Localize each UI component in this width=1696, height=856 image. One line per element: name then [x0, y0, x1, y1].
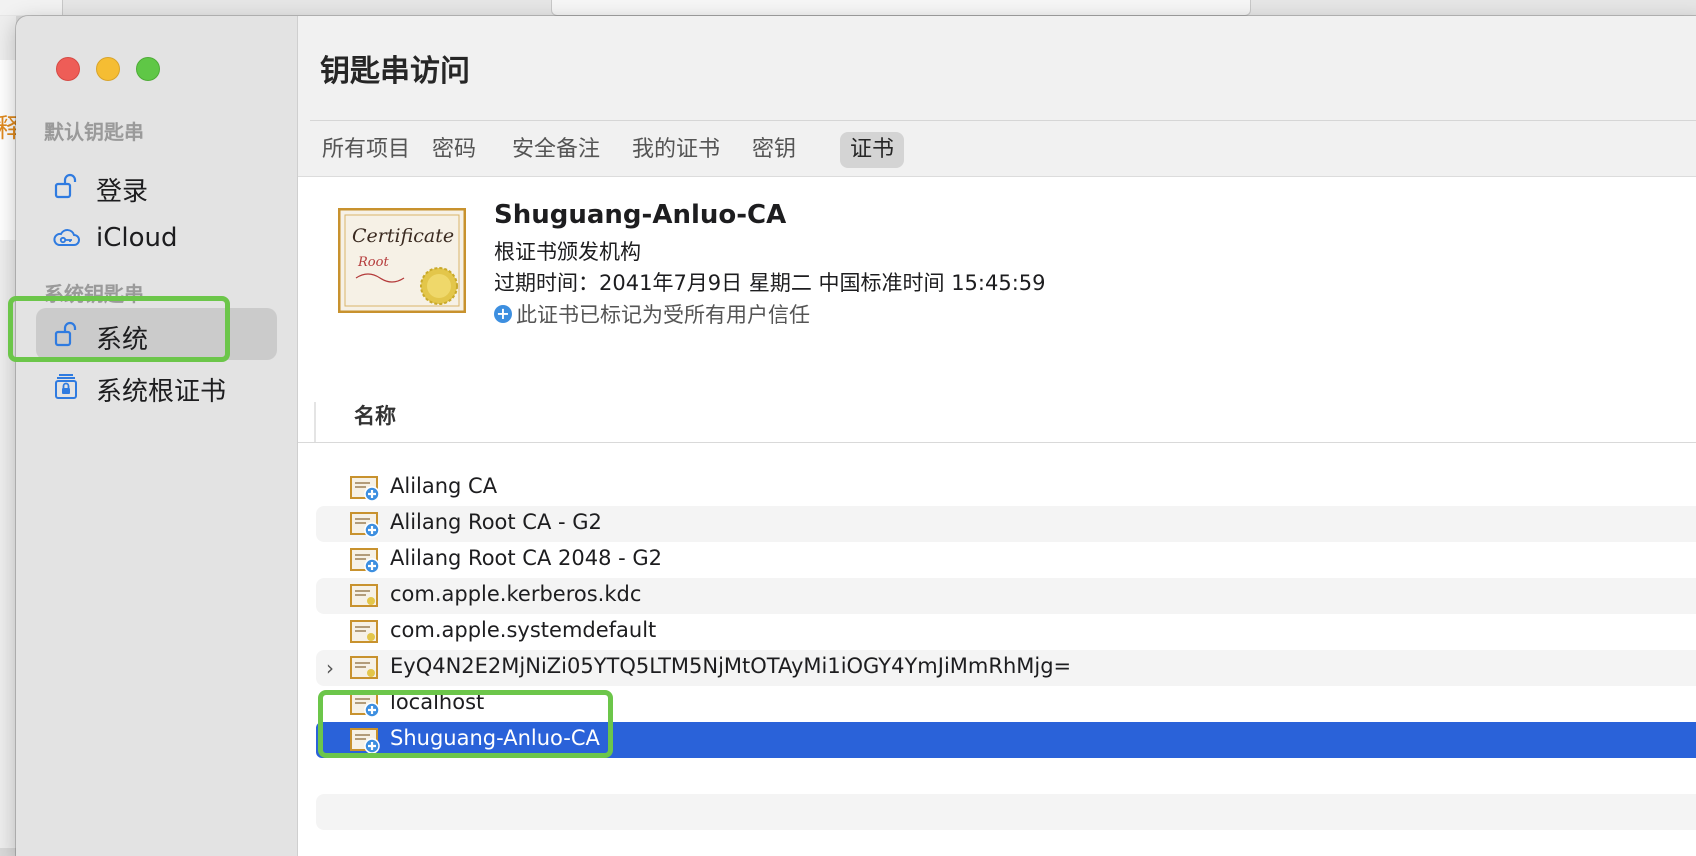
tab-passwords[interactable]: 密码	[422, 132, 486, 168]
row-label: com.apple.systemdefault	[390, 618, 657, 642]
divider	[310, 120, 1696, 121]
row-label: EyQ4N2E2MjNiZi05YTQ5LTM5NjMtOTAyMi1iOGY4…	[390, 654, 1072, 678]
minimize-button[interactable]	[96, 57, 120, 81]
table-row[interactable]: com.apple.systemdefault	[316, 614, 1696, 650]
row-label: Alilang CA	[390, 474, 498, 498]
certificate-name: Shuguang-Anluo-CA	[494, 200, 787, 230]
sidebar-item-system-roots[interactable]: 系统根证书	[36, 360, 277, 412]
close-button[interactable]	[56, 57, 80, 81]
row-label: Alilang Root CA - G2	[390, 510, 602, 534]
window-title: 钥匙串访问	[320, 54, 470, 89]
cloud-key-icon	[53, 229, 80, 246]
table-row[interactable]: com.apple.kerberos.kdc	[316, 578, 1696, 614]
certificate-icon	[350, 620, 378, 643]
toolbar: 钥匙串访问 所有项目 密码 安全备注 我的证书 密钥 证书	[298, 16, 1696, 177]
column-header-name[interactable]: 名称	[354, 400, 396, 430]
certificate-icon	[350, 584, 378, 607]
table-row[interactable]: Alilang Root CA 2048 - G2	[316, 542, 1696, 578]
row-label: com.apple.kerberos.kdc	[390, 582, 642, 606]
sidebar: 默认钥匙串 登录 iCloud 系统钥匙串 系统 系统根证书	[16, 16, 298, 856]
sidebar-item-label: 登录	[96, 177, 149, 207]
annotation-highlight-selected-row	[318, 690, 613, 758]
certificate-icon	[350, 656, 378, 679]
sidebar-item-label: iCloud	[96, 223, 178, 253]
table-row[interactable]: Alilang CA	[316, 470, 1696, 506]
tab-keys[interactable]: 密钥	[742, 132, 806, 168]
sidebar-item-icloud[interactable]: iCloud	[36, 212, 277, 264]
tab-my-certificates[interactable]: 我的证书	[622, 132, 730, 168]
sidebar-item-login[interactable]: 登录	[36, 160, 277, 212]
keychain-access-window: 默认钥匙串 登录 iCloud 系统钥匙串 系统 系统根证书 钥匙串访问 所有项…	[16, 16, 1696, 856]
certificate-title-text: Certificate	[352, 225, 454, 247]
certificate-expiration: 过期时间：2041年7月9日 星期二 中国标准时间 15:45:59	[494, 271, 1046, 295]
background-tab	[0, 0, 63, 15]
sidebar-item-label: 系统根证书	[96, 377, 227, 407]
zoom-button[interactable]	[136, 57, 160, 81]
trust-plus-icon: +	[494, 305, 512, 323]
certificate-trust-status: + 此证书已标记为受所有用户信任	[494, 299, 810, 329]
trusted-certificate-icon	[350, 512, 380, 538]
background-tab	[551, 0, 1251, 16]
tab-secure-notes[interactable]: 安全备注	[502, 132, 610, 168]
trust-text: 此证书已标记为受所有用户信任	[516, 303, 810, 327]
disclosure-chevron-icon[interactable]: ›	[326, 656, 334, 680]
background-text: 释	[0, 114, 16, 144]
tab-certificates[interactable]: 证书	[840, 132, 905, 168]
tab-all-items[interactable]: 所有项目	[312, 132, 420, 168]
section-label-default-keychains: 默认钥匙串	[44, 120, 144, 144]
certificate-kind: 根证书颁发机构	[494, 240, 641, 264]
table-row[interactable]: › EyQ4N2E2MjNiZi05YTQ5LTM5NjMtOTAyMi1iOGY…	[316, 650, 1696, 686]
table-row-empty	[316, 794, 1696, 830]
row-label: Alilang Root CA 2048 - G2	[390, 546, 663, 570]
divider	[298, 442, 1696, 443]
lock-cabinet-icon	[55, 374, 77, 399]
column-separator	[314, 402, 316, 442]
trusted-certificate-icon	[350, 548, 380, 574]
certificate-icon: Certificate Root	[338, 208, 466, 313]
annotation-highlight-system	[8, 296, 230, 362]
unlock-icon	[54, 173, 77, 199]
certificate-subtitle-text: Root	[357, 255, 389, 270]
table-row[interactable]: Alilang Root CA - G2	[316, 506, 1696, 542]
background-window-panel	[0, 60, 16, 240]
trusted-certificate-icon	[350, 476, 380, 502]
